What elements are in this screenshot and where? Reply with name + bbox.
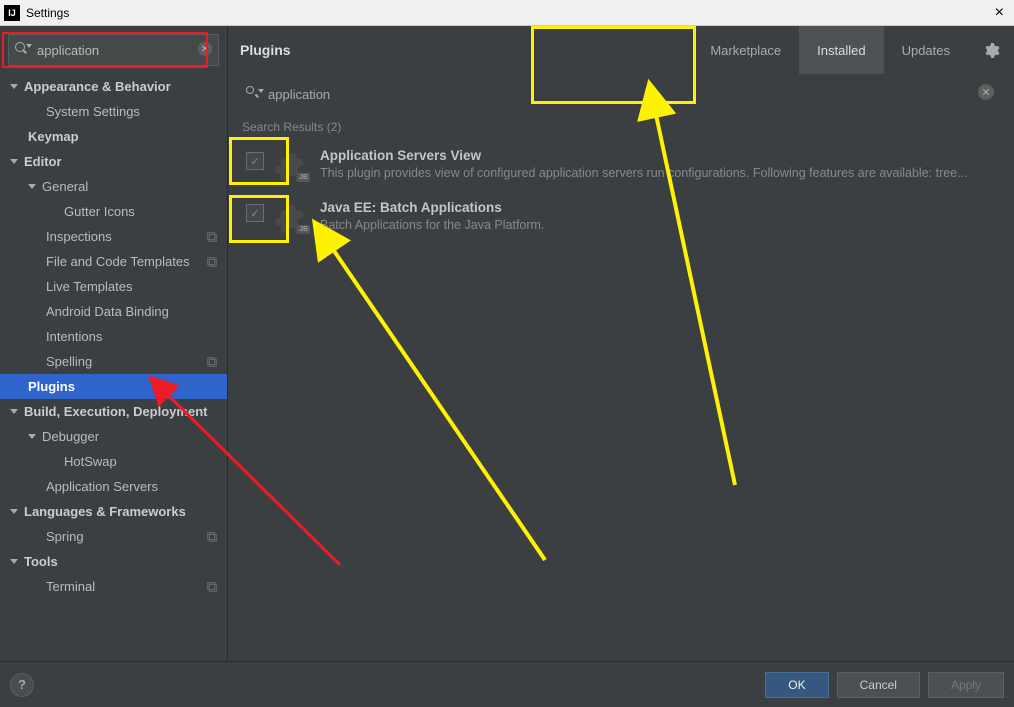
plugins-tabs: MarketplaceInstalledUpdates <box>692 26 968 74</box>
tree-item-label: Inspections <box>46 229 205 244</box>
tree-item-label: Debugger <box>42 429 227 444</box>
tree-item-label: Intentions <box>46 329 227 344</box>
expand-icon[interactable] <box>10 159 18 164</box>
plugin-icon: JB <box>274 200 310 236</box>
tree-item-appearance-behavior[interactable]: Appearance & Behavior <box>0 74 227 99</box>
sidebar-search-wrap: ✕ <box>0 26 227 74</box>
tree-item-label: Gutter Icons <box>64 204 227 219</box>
tree-item-label: Appearance & Behavior <box>24 79 227 94</box>
tree-item-application-servers[interactable]: Application Servers <box>0 474 227 499</box>
expand-icon[interactable] <box>28 184 36 189</box>
tree-item-general[interactable]: General <box>0 174 227 199</box>
settings-tree[interactable]: Appearance & Behavior System Settings Keym… <box>0 74 227 661</box>
plugin-info: Java EE: Batch Applications Batch Applica… <box>320 200 1002 232</box>
ok-button[interactable]: OK <box>765 672 828 698</box>
tree-item-keymap[interactable]: Keymap <box>0 124 227 149</box>
tab-updates[interactable]: Updates <box>884 26 968 74</box>
tree-item-plugins[interactable]: Plugins <box>0 374 227 399</box>
apply-button[interactable]: Apply <box>928 672 1004 698</box>
plugin-row[interactable]: ✓ JB Java EE: Batch Applications Batch Appl… <box>228 192 1014 244</box>
search-filter-arrow-icon[interactable] <box>26 44 32 48</box>
expand-icon[interactable] <box>10 84 18 89</box>
tree-item-label: Editor <box>24 154 227 169</box>
titlebar: IJ Settings × <box>0 0 1014 26</box>
expand-icon[interactable] <box>10 509 18 514</box>
tree-item-gutter-icons[interactable]: Gutter Icons <box>0 199 227 224</box>
tree-item-label: Spelling <box>46 354 205 369</box>
tree-item-label: Terminal <box>46 579 205 594</box>
tree-item-label: System Settings <box>46 104 227 119</box>
window-title: Settings <box>26 6 989 20</box>
tree-item-label: Languages & Frameworks <box>24 504 227 519</box>
plugin-icon: JB <box>274 148 310 184</box>
tree-item-system-settings[interactable]: System Settings <box>0 99 227 124</box>
app-icon: IJ <box>4 5 20 21</box>
tree-item-label: Plugins <box>28 379 227 394</box>
tree-item-label: Spring <box>46 529 205 544</box>
plugin-name: Application Servers View <box>320 148 1002 163</box>
plugin-enable-checkbox[interactable]: ✓ <box>246 152 264 170</box>
sidebar-search-input[interactable] <box>8 34 219 66</box>
reset-icon[interactable] <box>205 530 219 544</box>
plugins-header: Plugins MarketplaceInstalledUpdates <box>228 26 1014 74</box>
tree-item-spring[interactable]: Spring <box>0 524 227 549</box>
tree-item-inspections[interactable]: Inspections <box>0 224 227 249</box>
tree-item-label: Application Servers <box>46 479 227 494</box>
plugin-search-wrap: ✕ <box>228 74 1014 114</box>
search-results-label: Search Results (2) <box>228 114 1014 140</box>
tree-item-android-data-binding[interactable]: Android Data Binding <box>0 299 227 324</box>
tree-item-label: Keymap <box>28 129 227 144</box>
settings-sidebar: ✕ Appearance & Behavior System Settings Ke… <box>0 26 228 661</box>
expand-icon[interactable] <box>10 559 18 564</box>
tree-item-tools[interactable]: Tools <box>0 549 227 574</box>
reset-icon[interactable] <box>205 230 219 244</box>
plugin-checkbox-wrap: ✓ <box>240 148 270 170</box>
plugin-name: Java EE: Batch Applications <box>320 200 1002 215</box>
tree-item-label: Build, Execution, Deployment <box>24 404 227 419</box>
plugin-row[interactable]: ✓ JB Application Servers View This plugin p… <box>228 140 1014 192</box>
clear-search-icon[interactable]: ✕ <box>198 42 212 56</box>
plugins-panel: Plugins MarketplaceInstalledUpdates ✕ Se… <box>228 26 1014 661</box>
plugin-checkbox-wrap: ✓ <box>240 200 270 222</box>
plugin-description: Batch Applications for the Java Platform… <box>320 218 1002 232</box>
plugin-search-input[interactable] <box>240 80 1002 110</box>
reset-icon[interactable] <box>205 580 219 594</box>
tree-item-label: HotSwap <box>64 454 227 469</box>
tree-item-languages-frameworks[interactable]: Languages & Frameworks <box>0 499 227 524</box>
dialog-footer: ? OK Cancel Apply <box>0 661 1014 707</box>
clear-search-icon[interactable]: ✕ <box>978 84 994 100</box>
plugin-description: This plugin provides view of configured … <box>320 166 1002 180</box>
plugin-enable-checkbox[interactable]: ✓ <box>246 204 264 222</box>
tree-item-editor[interactable]: Editor <box>0 149 227 174</box>
tree-item-build-execution-deployment[interactable]: Build, Execution, Deployment <box>0 399 227 424</box>
plugin-list[interactable]: ✓ JB Application Servers View This plugin p… <box>228 140 1014 661</box>
tab-marketplace[interactable]: Marketplace <box>692 26 799 74</box>
cancel-button[interactable]: Cancel <box>837 672 920 698</box>
tree-item-label: General <box>42 179 227 194</box>
reset-icon[interactable] <box>205 255 219 269</box>
tree-item-label: Tools <box>24 554 227 569</box>
tree-item-spelling[interactable]: Spelling <box>0 349 227 374</box>
tree-item-live-templates[interactable]: Live Templates <box>0 274 227 299</box>
tree-item-label: Live Templates <box>46 279 227 294</box>
help-button[interactable]: ? <box>10 673 34 697</box>
tree-item-file-and-code-templates[interactable]: File and Code Templates <box>0 249 227 274</box>
tree-item-hotswap[interactable]: HotSwap <box>0 449 227 474</box>
search-filter-arrow-icon[interactable] <box>258 89 264 93</box>
plugin-info: Application Servers View This plugin prov… <box>320 148 1002 180</box>
tree-item-intentions[interactable]: Intentions <box>0 324 227 349</box>
close-button[interactable]: × <box>989 4 1010 22</box>
tree-item-terminal[interactable]: Terminal <box>0 574 227 599</box>
main-area: ✕ Appearance & Behavior System Settings Ke… <box>0 26 1014 661</box>
gear-icon[interactable] <box>982 40 1002 60</box>
expand-icon[interactable] <box>28 434 36 439</box>
search-icon <box>246 86 254 94</box>
tree-item-label: Android Data Binding <box>46 304 227 319</box>
reset-icon[interactable] <box>205 355 219 369</box>
tree-item-label: File and Code Templates <box>46 254 205 269</box>
expand-icon[interactable] <box>10 409 18 414</box>
tab-installed[interactable]: Installed <box>799 26 883 74</box>
tree-item-debugger[interactable]: Debugger <box>0 424 227 449</box>
page-title: Plugins <box>240 42 291 58</box>
